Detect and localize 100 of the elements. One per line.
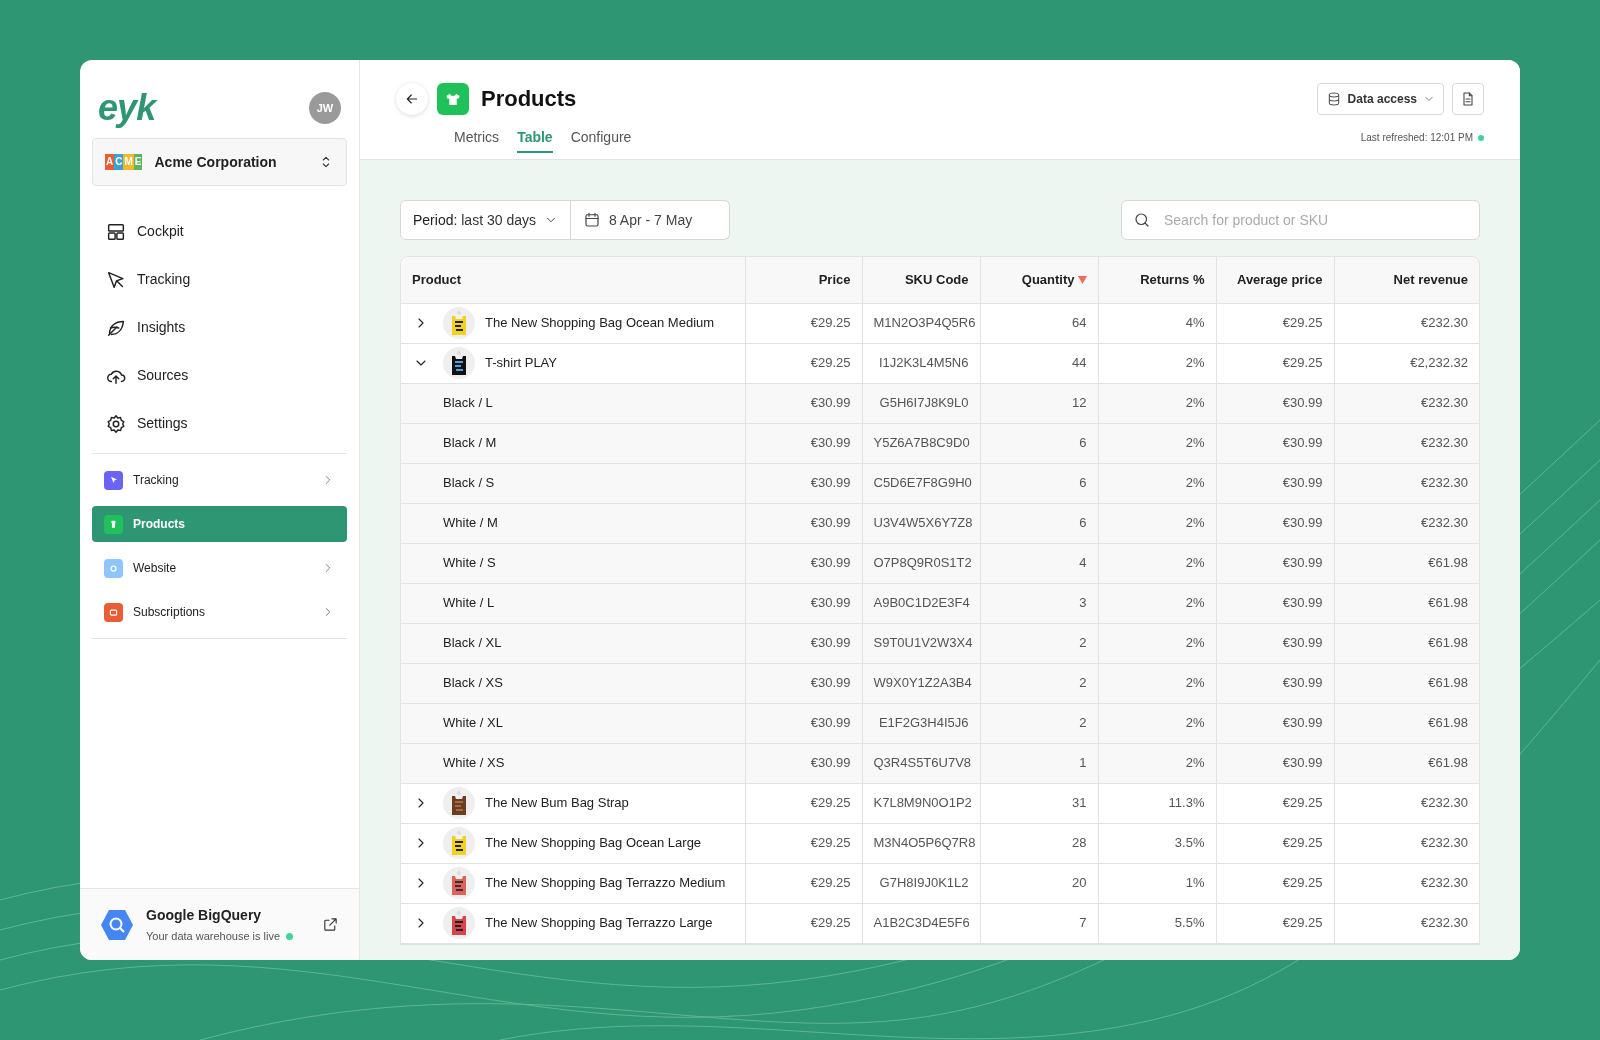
table-cell: €29.25 xyxy=(1282,835,1323,851)
tab[interactable]: Metrics xyxy=(454,123,500,153)
product-row[interactable]: The New Shopping Bag Ocean Medium €29.25 M1N2O3P4Q5R6 64 4% €29.25 €232.30 xyxy=(401,303,1479,343)
table-cell: K7L8M9N0O1P2 xyxy=(873,795,972,811)
table-cell: €29.25 xyxy=(810,915,851,931)
search-field[interactable]: Search for product or SKU xyxy=(1121,200,1480,240)
logo: eyk xyxy=(98,90,156,126)
document-icon[interactable] xyxy=(1452,82,1484,115)
table-cell: 2% xyxy=(1185,635,1205,651)
table-cell: €29.25 xyxy=(1282,355,1323,371)
table-cell: 2% xyxy=(1185,395,1205,411)
table-cell: €61.98 xyxy=(1428,715,1468,731)
table-cell: €30.99 xyxy=(1282,715,1323,731)
table-cell: 2% xyxy=(1185,715,1205,731)
product-name: The New Shopping Bag Terrazzo Medium xyxy=(485,874,726,893)
product-row[interactable]: The New Shopping Bag Terrazzo Medium €29.25 G7H8I9J0K1L2 20 1% €29.25 €232.30 xyxy=(401,863,1479,903)
period-dropdown[interactable]: Period: last 30 days xyxy=(400,200,571,240)
product-name: T-shirt PLAY xyxy=(485,354,557,373)
product-row[interactable]: The New Shopping Bag Terrazzo Large €29.25 A1B2C3D4E5F6 7 5.5% €29.25 €232.30 xyxy=(401,903,1479,943)
variant-name: White / M xyxy=(442,514,498,533)
variant-row[interactable]: Black / XS €30.99 W9X0Y1Z2A3B4 2 2% €30.99 €61.98 xyxy=(401,663,1479,703)
data-access-button[interactable]: Data access xyxy=(1316,82,1444,115)
variant-row[interactable]: Black / M €30.99 Y5Z6A7B8C9D0 6 2% €30.99 €232.30 xyxy=(401,423,1479,463)
product-row[interactable]: The New Bum Bag Strap €29.25 K7L8M9N0O1P2 31 11.3% €29.25 €232.30 xyxy=(401,783,1479,823)
nav-item[interactable]: Tracking xyxy=(92,258,347,301)
variant-row[interactable]: Black / S €30.99 C5D6E7F8G9H0 6 2% €30.99 €232.30 xyxy=(401,463,1479,503)
variant-row[interactable]: White / S €30.99 O7P8Q9R0S1T2 4 2% €30.99 €61.98 xyxy=(401,543,1479,583)
table-cell: €232.30 xyxy=(1421,435,1468,451)
product-name: The New Shopping Bag Terrazzo Large xyxy=(485,914,713,933)
table-cell: €29.25 xyxy=(810,875,851,891)
variant-name: Black / XS xyxy=(442,674,503,693)
column-header[interactable]: Average price xyxy=(1216,257,1334,303)
table-cell: 2 xyxy=(1079,675,1087,691)
table-cell: S9T0U1V2W3X4 xyxy=(873,635,973,651)
organization-selector[interactable]: ACME Acme Corporation xyxy=(92,138,347,186)
variant-row[interactable]: White / L €30.99 A9B0C1D2E3F4 3 2% €30.99 €61.98 xyxy=(401,583,1479,623)
nav-item[interactable]: Cockpit xyxy=(92,210,347,253)
calendar-icon xyxy=(582,211,601,229)
tab[interactable]: Table xyxy=(517,123,553,153)
organization-logo: ACME xyxy=(105,154,143,170)
table-cell: €30.99 xyxy=(1282,475,1323,491)
variant-name: Black / L xyxy=(442,394,493,413)
table-cell: 2% xyxy=(1185,555,1205,571)
table-cell: €30.99 xyxy=(810,755,851,771)
table-cell: €30.99 xyxy=(1282,555,1323,571)
variant-row[interactable]: White / XL €30.99 E1F2G3H4I5J6 2 2% €30.99 €61.98 xyxy=(401,703,1479,743)
table-cell: €29.25 xyxy=(1282,315,1323,331)
table-cell: 28 xyxy=(1072,835,1087,851)
section-item[interactable]: Products xyxy=(92,506,347,542)
sort-icon xyxy=(1077,275,1087,284)
table-cell: M1N2O3P4Q5R6 xyxy=(873,315,976,331)
tab[interactable]: Configure xyxy=(570,123,632,153)
column-header[interactable]: Product xyxy=(401,257,745,303)
table-cell: €61.98 xyxy=(1428,635,1468,651)
product-row[interactable]: T-shirt PLAY €29.25 I1J2K3L4M5N6 44 2% €29.25 €2,232.32 xyxy=(401,343,1479,383)
nav-item[interactable]: Settings xyxy=(92,402,347,445)
table-cell: A1B2C3D4E5F6 xyxy=(873,915,970,931)
column-header[interactable]: Net revenue xyxy=(1334,257,1479,303)
table-cell: €30.99 xyxy=(1282,595,1323,611)
variant-name: Black / M xyxy=(442,434,497,453)
section-item[interactable]: Website xyxy=(92,550,347,586)
column-header[interactable]: SKU Code xyxy=(862,257,980,303)
table-cell: 2% xyxy=(1185,755,1205,771)
product-name: The New Shopping Bag Ocean Large xyxy=(485,834,702,853)
table-cell: €61.98 xyxy=(1428,555,1468,571)
table-cell: €30.99 xyxy=(1282,395,1323,411)
page-title: Products xyxy=(481,85,577,113)
table-cell: €30.99 xyxy=(810,675,851,691)
product-row[interactable]: The New Shopping Bag Ocean Large €29.25 M3N4O5P6Q7R8 28 3.5% €29.25 €232.30 xyxy=(401,823,1479,863)
column-header[interactable]: Returns % xyxy=(1098,257,1216,303)
table-cell: W9X0Y1Z2A3B4 xyxy=(873,675,972,691)
table-cell: €232.30 xyxy=(1421,315,1468,331)
variant-row[interactable]: White / M €30.99 U3V4W5X6Y7Z8 6 2% €30.99 €232.30 xyxy=(401,503,1479,543)
column-header[interactable]: Price xyxy=(745,257,862,303)
variant-row[interactable]: Black / XL €30.99 S9T0U1V2W3X4 2 2% €30.99 €61.98 xyxy=(401,623,1479,663)
table-cell: €29.25 xyxy=(810,835,851,851)
section-item[interactable]: Tracking xyxy=(92,462,347,498)
nav-item[interactable]: Sources xyxy=(92,354,347,397)
table-cell: 11.3% xyxy=(1168,795,1205,811)
table-cell: O7P8Q9R0S1T2 xyxy=(873,555,972,571)
table-cell: €30.99 xyxy=(810,475,851,491)
table-cell: 2 xyxy=(1079,635,1087,651)
external-link-icon[interactable] xyxy=(322,916,339,933)
table-cell: 4 xyxy=(1079,555,1087,571)
table-cell: €30.99 xyxy=(810,515,851,531)
table-cell: 2% xyxy=(1185,515,1205,531)
table-cell: €29.25 xyxy=(810,315,851,331)
variant-row[interactable]: White / XS €30.99 Q3R4S5T6U7V8 1 2% €30.99 €61.98 xyxy=(401,743,1479,783)
table-cell: Q3R4S5T6U7V8 xyxy=(873,755,972,771)
variant-row[interactable]: Black / L €30.99 G5H6I7J8K9L0 12 2% €30.99 €232.30 xyxy=(401,383,1479,423)
table-cell: C5D6E7F8G9H0 xyxy=(873,475,972,491)
column-header[interactable]: Quantity xyxy=(980,257,1098,303)
table-cell: E1F2G3H4I5J6 xyxy=(878,715,969,731)
table-cell: €61.98 xyxy=(1428,595,1468,611)
table-cell: M3N4O5P6Q7R8 xyxy=(873,835,976,851)
table-cell: €30.99 xyxy=(810,555,851,571)
section-item[interactable]: Subscriptions xyxy=(92,594,347,630)
nav-item[interactable]: Insights xyxy=(92,306,347,349)
date-range-button[interactable]: 8 Apr - 7 May xyxy=(570,200,730,240)
table-cell: €61.98 xyxy=(1428,755,1468,771)
